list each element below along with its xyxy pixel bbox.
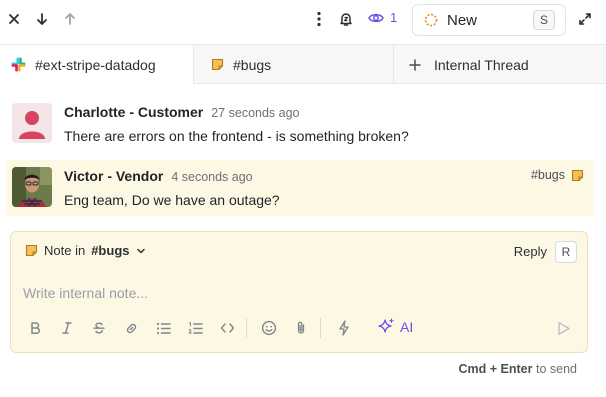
arrow-up-icon[interactable] bbox=[60, 9, 80, 29]
note-channel-dropdown[interactable]: Note in #bugs bbox=[25, 243, 146, 258]
status-label: New bbox=[447, 11, 478, 29]
more-options-icon[interactable] bbox=[309, 9, 329, 29]
thread-tabs: #ext-stripe-datadog #bugs Internal Threa… bbox=[0, 44, 606, 84]
internal-note-composer: Note in #bugs Reply R Write internal not… bbox=[10, 231, 588, 353]
lightning-icon[interactable] bbox=[334, 318, 354, 338]
emoji-icon[interactable] bbox=[259, 318, 279, 338]
toolbar-divider bbox=[246, 318, 247, 338]
message-timestamp: 27 seconds ago bbox=[211, 106, 300, 120]
message-timestamp: 4 seconds ago bbox=[171, 170, 253, 184]
plus-icon bbox=[409, 58, 421, 71]
tab-internal-thread[interactable]: Internal Thread bbox=[394, 45, 606, 84]
watchers-indicator[interactable]: 1 bbox=[368, 10, 397, 25]
slack-icon bbox=[11, 57, 26, 72]
avatar bbox=[12, 167, 52, 207]
tab-ext-stripe-datadog[interactable]: #ext-stripe-datadog bbox=[0, 45, 194, 84]
italic-icon[interactable] bbox=[57, 318, 77, 338]
tab-label: #ext-stripe-datadog bbox=[35, 56, 156, 73]
chevron-down-icon bbox=[136, 248, 145, 253]
message-channel-tag[interactable]: #bugs bbox=[531, 168, 584, 182]
status-shortcut-key: S bbox=[533, 10, 555, 30]
bullet-list-icon[interactable] bbox=[153, 318, 173, 338]
note-icon bbox=[571, 169, 584, 181]
eye-icon bbox=[368, 13, 384, 22]
sparkle-icon bbox=[378, 318, 394, 333]
send-icon[interactable] bbox=[553, 318, 573, 338]
expand-icon[interactable] bbox=[575, 9, 595, 29]
numbered-list-icon[interactable] bbox=[185, 318, 205, 338]
ai-label: AI bbox=[400, 318, 414, 335]
customer-avatar-icon bbox=[12, 103, 52, 143]
status-dropdown-button[interactable]: New S bbox=[412, 4, 566, 36]
note-icon bbox=[25, 244, 38, 257]
tab-label: Internal Thread bbox=[434, 56, 529, 73]
tab-label: #bugs bbox=[233, 56, 272, 73]
formatting-toolbar: AI bbox=[11, 316, 587, 340]
send-shortcut-hint: Cmd + Enter to send bbox=[459, 362, 577, 376]
reply-shortcut-key: R bbox=[555, 241, 577, 263]
toolbar-divider bbox=[320, 318, 321, 338]
bold-icon[interactable] bbox=[25, 318, 45, 338]
watchers-count: 1 bbox=[390, 10, 398, 25]
message-item: Victor - Vendor 4 seconds ago Eng team, … bbox=[6, 160, 594, 216]
attachment-icon[interactable] bbox=[291, 318, 311, 338]
tab-bugs[interactable]: #bugs bbox=[194, 45, 394, 84]
message-text: Eng team, Do we have an outage? bbox=[64, 192, 280, 208]
send-shortcut-suffix: to send bbox=[535, 362, 577, 376]
strikethrough-icon[interactable] bbox=[89, 318, 109, 338]
close-icon[interactable] bbox=[4, 9, 24, 29]
note-input[interactable] bbox=[23, 282, 573, 304]
send-shortcut-keys: Cmd + Enter bbox=[458, 362, 533, 376]
link-icon[interactable] bbox=[121, 318, 141, 338]
snooze-bell-icon[interactable] bbox=[336, 9, 356, 29]
message-item: Charlotte - Customer 27 seconds ago Ther… bbox=[6, 96, 594, 152]
note-icon bbox=[211, 58, 224, 71]
status-new-icon bbox=[424, 13, 438, 27]
avatar bbox=[12, 103, 52, 143]
note-channel-label: #bugs bbox=[91, 243, 130, 258]
arrow-down-icon[interactable] bbox=[32, 9, 52, 29]
note-prefix-label: Note in bbox=[44, 243, 86, 258]
channel-tag-label: #bugs bbox=[530, 168, 565, 182]
ai-assist-button[interactable]: AI bbox=[378, 318, 413, 335]
message-author: Victor - Vendor bbox=[64, 168, 164, 184]
code-icon[interactable] bbox=[217, 318, 237, 338]
top-bar: 1 New S bbox=[0, 0, 606, 42]
vendor-avatar-photo bbox=[12, 167, 52, 207]
reply-button[interactable]: Reply bbox=[514, 244, 547, 259]
message-text: There are errors on the frontend - is so… bbox=[64, 128, 409, 144]
message-author: Charlotte - Customer bbox=[64, 104, 204, 120]
